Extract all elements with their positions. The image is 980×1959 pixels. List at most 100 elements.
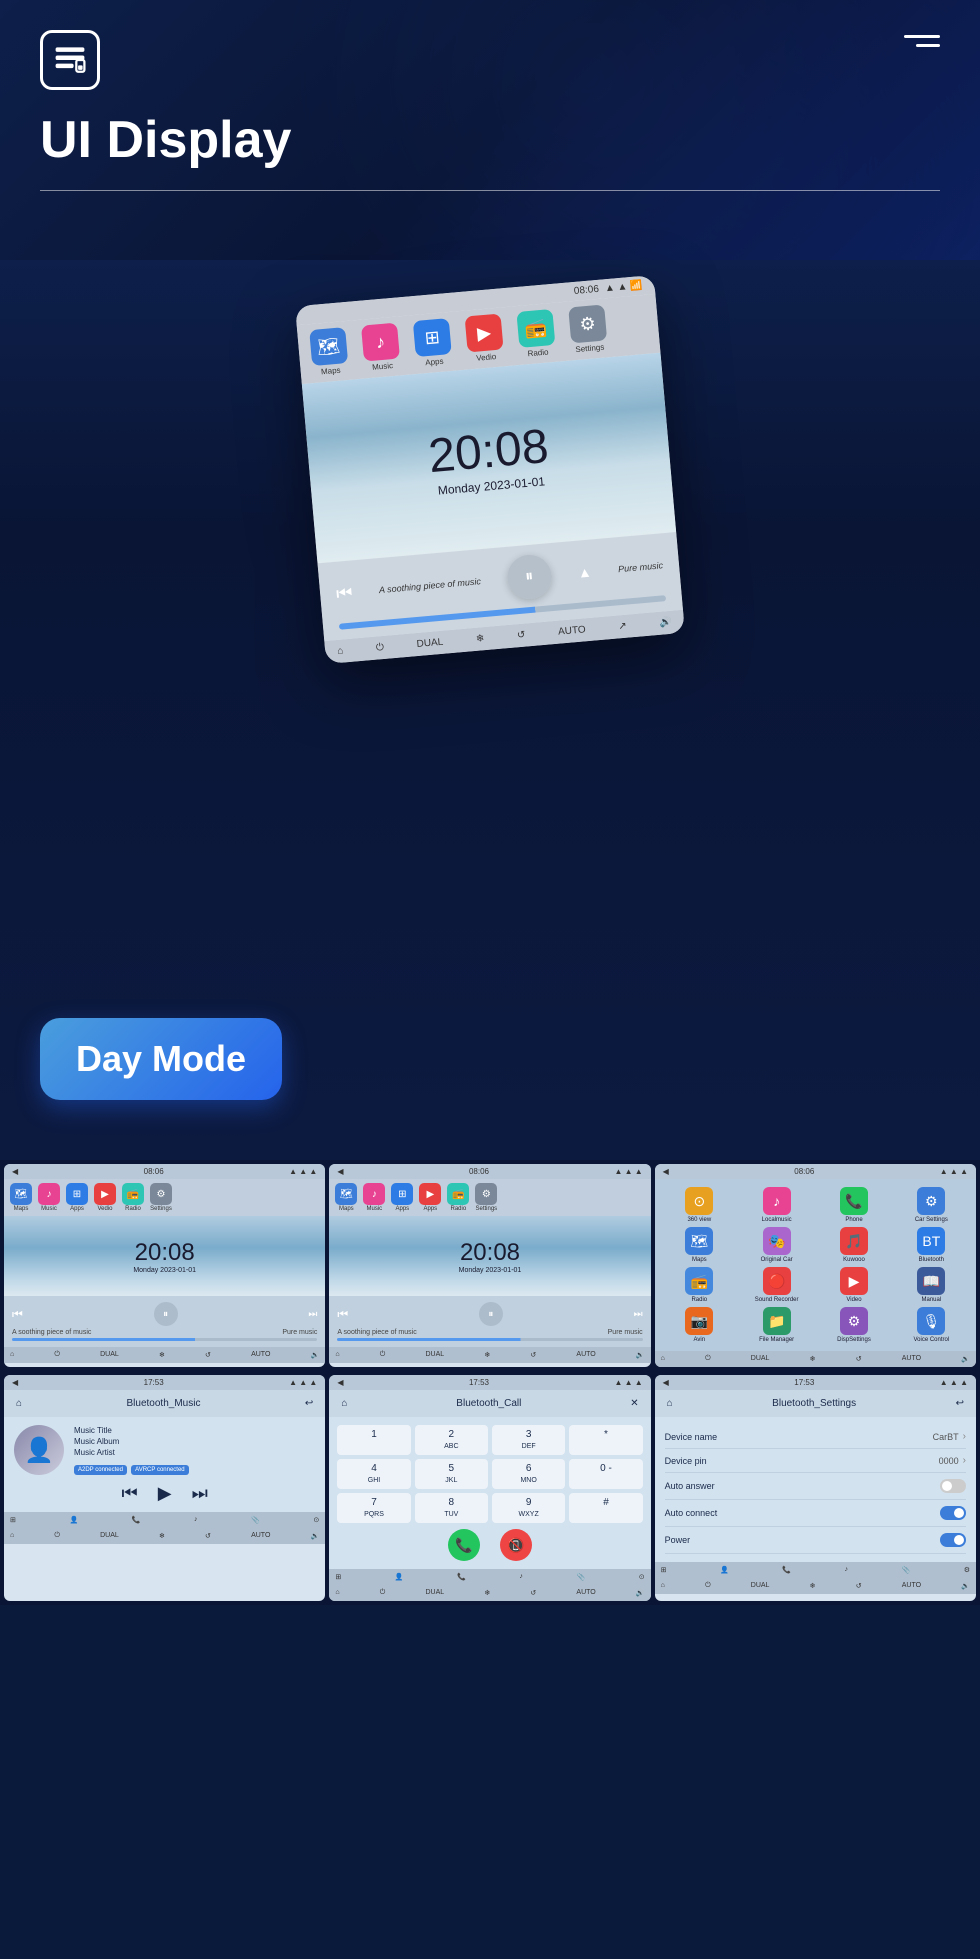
app-radio2[interactable]: 📻 Radio [663,1267,736,1303]
sc6-back-icon[interactable]: ↩ [956,1398,964,1409]
sc4-prev-btn[interactable]: ⏮ [122,1483,138,1504]
sc4-clip-icon[interactable]: 📎 [251,1516,260,1524]
sc4-back[interactable]: ◀ [12,1378,18,1387]
device-name-chevron[interactable]: › [963,1431,966,1442]
sc3-sync[interactable]: ↺ [856,1355,862,1363]
sc6-home2[interactable]: ⌂ [661,1582,665,1590]
power-icon[interactable]: ⏻ [376,642,385,654]
sc6-ac2[interactable]: ❄ [810,1582,816,1590]
play-pause-btn[interactable]: ⏸ [505,553,553,601]
sc1-next[interactable]: ⏭ [308,1309,317,1320]
sc5-close-icon[interactable]: ✕ [630,1398,638,1409]
sc4-ac2[interactable]: ❄ [159,1532,165,1540]
sc6-back[interactable]: ◀ [663,1378,669,1387]
sc1-progress[interactable] [12,1338,317,1341]
sc5-ac2[interactable]: ❄ [484,1589,490,1597]
sc3-back[interactable]: ◀ [663,1167,669,1176]
device-pin-chevron[interactable]: › [963,1455,966,1466]
next-btn[interactable]: ▲ [577,564,592,581]
sc6-person-icon[interactable]: 👤 [720,1566,729,1574]
sc3-ac[interactable]: ❄ [810,1355,816,1363]
app-kuwooo[interactable]: 🎵 Kuwooo [817,1227,890,1263]
sc2-vol[interactable]: 🔊 [636,1351,645,1359]
dial-9[interactable]: 9WXYZ [492,1493,565,1523]
sc5-home-icon[interactable]: ⌂ [341,1398,347,1409]
dial-hash[interactable]: # [569,1493,642,1523]
sc2-radio[interactable]: 📻 Radio [447,1183,469,1212]
dial-4[interactable]: 4GHI [337,1459,410,1489]
sc4-phone-icon[interactable]: 📞 [132,1516,141,1524]
sc1-apps[interactable]: ⊞ Apps [66,1183,88,1212]
sc2-next[interactable]: ⏭ [634,1309,643,1320]
sc4-person-icon[interactable]: 👤 [69,1516,78,1524]
sc1-ac[interactable]: ❄ [159,1351,165,1359]
nav-app-maps[interactable]: 🗺 Maps [309,327,349,377]
sc1-settings[interactable]: ⚙ Settings [150,1183,172,1212]
sc1-power[interactable]: ⏻ [54,1351,60,1359]
nav-app-settings[interactable]: ⚙ Settings [568,304,608,354]
prev-btn[interactable]: ⏮ [335,582,353,604]
sc1-vedio[interactable]: ▶ Vedio [94,1183,116,1212]
sc4-circle-icon[interactable]: ⊙ [313,1516,319,1524]
sc6-grid-icon[interactable]: ⊞ [661,1566,667,1574]
sc6-phone-icon[interactable]: 📞 [782,1566,791,1574]
dial-7[interactable]: 7PQRS [337,1493,410,1523]
sc5-vol2[interactable]: 🔊 [636,1589,645,1597]
sc1-radio[interactable]: 📻 Radio [122,1183,144,1212]
sc2-maps[interactable]: 🗺 Maps [335,1183,357,1212]
app-soundrecorder[interactable]: 🔴 Sound Recorder [740,1267,813,1303]
sc5-sync2[interactable]: ↺ [530,1589,536,1597]
sc2-settings[interactable]: ⚙ Settings [475,1183,497,1212]
nav-app-video[interactable]: ▶ Vedio [465,313,505,363]
sc1-play-btn[interactable]: ⏸ [154,1302,178,1326]
app-bluetooth[interactable]: BT Bluetooth [895,1227,968,1263]
dial-2[interactable]: 2ABC [415,1425,488,1455]
nav-app-apps[interactable]: ⊞ Apps [413,318,453,368]
dial-1[interactable]: 1 [337,1425,410,1455]
sc4-power2[interactable]: ⏻ [54,1532,60,1540]
dial-star[interactable]: * [569,1425,642,1455]
sc2-vedio[interactable]: ▶ Apps [419,1183,441,1212]
dial-6[interactable]: 6MNO [492,1459,565,1489]
sc6-settings-icon[interactable]: ⚙ [964,1566,970,1574]
sc2-sync[interactable]: ↺ [530,1351,536,1359]
sc6-power2[interactable]: ⏻ [705,1582,711,1590]
arrow-icon[interactable]: ↗ [618,621,627,633]
sc5-circle-icon[interactable]: ⊙ [639,1573,645,1581]
sc1-home[interactable]: ⌂ [10,1351,14,1359]
volume-icon[interactable]: 🔊 [659,617,672,629]
sc2-progress[interactable] [337,1338,642,1341]
sc6-sync2[interactable]: ↺ [856,1582,862,1590]
app-filemanager[interactable]: 📁 File Manager [740,1307,813,1343]
sc5-home2[interactable]: ⌂ [335,1589,339,1597]
app-360view[interactable]: ⊙ 360 view [663,1187,736,1223]
call-end-btn[interactable]: 📵 [500,1529,532,1561]
sc2-music[interactable]: ♪ Music [363,1183,385,1212]
sc2-prev[interactable]: ⏮ [337,1307,348,1322]
sc5-grid-icon[interactable]: ⊞ [335,1573,341,1581]
sc2-home[interactable]: ⌂ [335,1351,339,1359]
nav-app-music[interactable]: ♪ Music [361,323,401,373]
sc2-apps[interactable]: ⊞ Apps [391,1183,413,1212]
dial-8[interactable]: 8TUV [415,1493,488,1523]
menu-button[interactable] [904,35,940,47]
sc4-home2[interactable]: ⌂ [10,1532,14,1540]
dial-5[interactable]: 5JKL [415,1459,488,1489]
sc1-back[interactable]: ◀ [12,1167,18,1176]
dial-3[interactable]: 3DEF [492,1425,565,1455]
sc5-person-icon[interactable]: 👤 [395,1573,404,1581]
sc6-vol2[interactable]: 🔊 [961,1582,970,1590]
auto-answer-toggle[interactable] [940,1479,966,1493]
sc1-music[interactable]: ♪ Music [38,1183,60,1212]
sc5-power2[interactable]: ⏻ [380,1589,386,1597]
sc5-phone-icon[interactable]: 📞 [457,1573,466,1581]
home-icon-bottom[interactable]: ⌂ [337,645,344,656]
app-video2[interactable]: ▶ Video [817,1267,890,1303]
sc4-home-icon[interactable]: ⌂ [16,1398,22,1409]
app-dispsettings[interactable]: ⚙ DispSettings [817,1307,890,1343]
sc1-vol[interactable]: 🔊 [311,1351,320,1359]
sc6-music-icon[interactable]: ♪ [844,1566,848,1574]
sc4-vol2[interactable]: 🔊 [311,1532,320,1540]
sc2-power[interactable]: ⏻ [380,1351,386,1359]
app-carsettings[interactable]: ⚙ Car Settings [895,1187,968,1223]
